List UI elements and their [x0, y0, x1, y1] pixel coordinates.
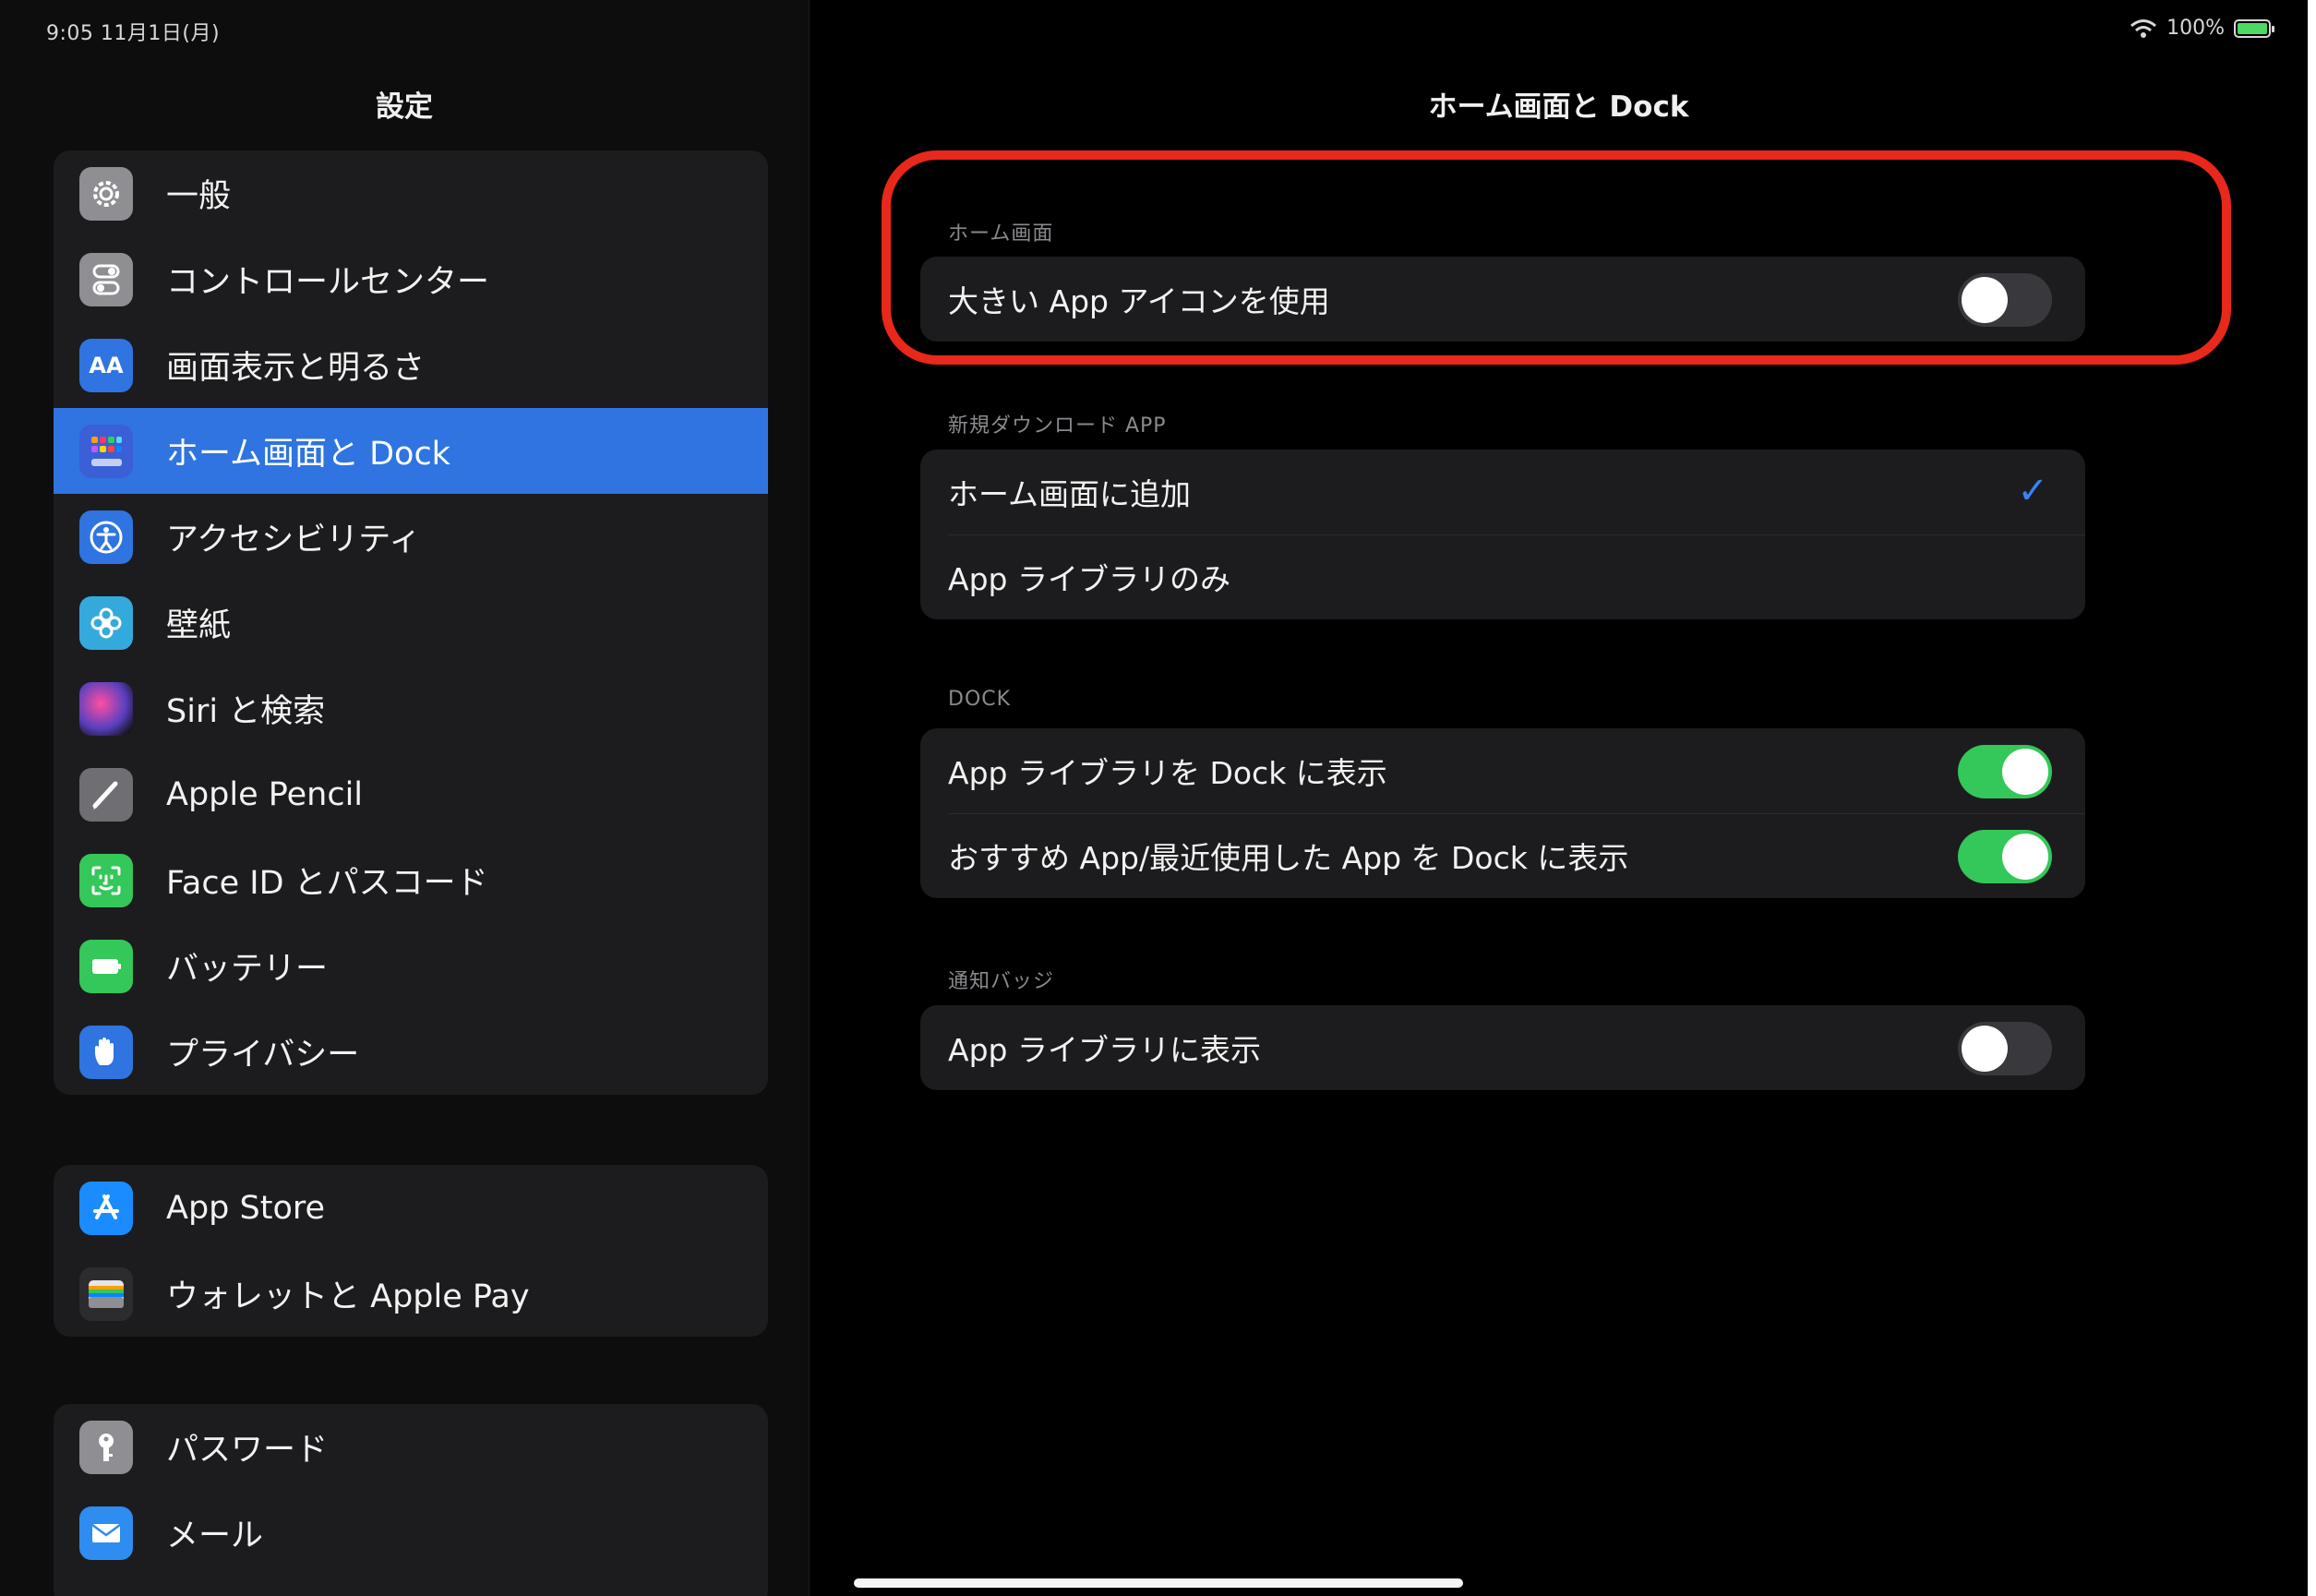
siri-icon	[79, 681, 133, 736]
add-to-home-screen-row[interactable]: ホーム画面に追加 ✓	[920, 450, 2085, 534]
sidebar-item-display-brightness[interactable]: AA 画面表示と明るさ	[54, 322, 768, 408]
sidebar-item-accessibility[interactable]: アクセシビリティ	[54, 494, 768, 580]
flower-icon	[79, 595, 133, 650]
sidebar-item-label: ホーム画面と Dock	[166, 436, 450, 473]
detail-pane: ホーム画面と Dock ホーム画面 大きい App アイコンを使用 新規ダウンロ…	[810, 0, 2308, 1596]
sidebar-item-label: Face ID とパスコード	[166, 865, 488, 902]
app-grid-icon	[79, 424, 133, 478]
pencil-icon	[79, 767, 133, 822]
row-label: おすすめ App/最近使用した App を Dock に表示	[948, 840, 1629, 876]
toggle-knob	[1962, 1026, 2008, 1072]
ipad-screen: 設定 一般 コントロールセンター AA 画面表示と明るさ ホーム画面と Dock…	[0, 0, 2308, 1596]
accessibility-icon	[79, 510, 133, 564]
sidebar-item-label: Apple Pencil	[166, 775, 364, 813]
row-label: App ライブラリに表示	[948, 1032, 1261, 1068]
page-title: ホーム画面と Dock	[1428, 90, 1689, 124]
sidebar-item-privacy[interactable]: プライバシー	[54, 1009, 768, 1095]
sidebar-item-label: 画面表示と明るさ	[166, 350, 426, 387]
sidebar-item-wallet-apple-pay[interactable]: ウォレットと Apple Pay	[54, 1251, 768, 1337]
face-id-icon	[79, 853, 133, 907]
sidebar-item-label: App Store	[166, 1189, 326, 1227]
sidebar-item-control-center[interactable]: コントロールセンター	[54, 236, 768, 322]
wifi-icon	[2130, 18, 2157, 39]
toggles-icon	[79, 252, 133, 306]
row-label: App ライブラリを Dock に表示	[948, 755, 1387, 791]
row-label: ホーム画面に追加	[948, 476, 1192, 512]
show-in-app-library-toggle[interactable]	[1958, 1022, 2052, 1075]
toggle-knob	[2002, 749, 2048, 795]
sidebar-item-label: プライバシー	[166, 1037, 360, 1074]
app-store-icon	[79, 1181, 133, 1235]
row-label: 大きい App アイコンを使用	[948, 283, 1330, 319]
show-suggested-recent-apps-toggle[interactable]	[1958, 830, 2052, 883]
sidebar-title: 設定	[376, 90, 433, 124]
large-app-icons-row[interactable]: 大きい App アイコンを使用	[920, 257, 2085, 342]
section-home-screen: 大きい App アイコンを使用	[920, 257, 2085, 342]
sidebar-item-label: 一般	[166, 178, 232, 215]
battery-charging-icon	[2234, 18, 2274, 38]
status-time-date: 9:05 11月1日(月)	[46, 22, 221, 45]
sidebar-item-face-id-passcode[interactable]: Face ID とパスコード	[54, 837, 768, 923]
section-dock: App ライブラリを Dock に表示 おすすめ App/最近使用した App …	[920, 728, 2085, 898]
mail-icon	[79, 1506, 133, 1560]
section-header-new-downloads: 新規ダウンロード APP	[948, 414, 1167, 438]
sidebar-item-label: 壁紙	[166, 607, 232, 644]
sidebar-item-general[interactable]: 一般	[54, 150, 768, 236]
section-new-downloads: ホーム画面に追加 ✓ App ライブラリのみ	[920, 450, 2085, 619]
sidebar-item-battery[interactable]: バッテリー	[54, 923, 768, 1009]
sidebar-item-apple-pencil[interactable]: Apple Pencil	[54, 751, 768, 837]
sidebar-item-label: バッテリー	[166, 951, 329, 988]
sidebar-item-label: ウォレットと Apple Pay	[166, 1278, 530, 1315]
home-indicator[interactable]	[854, 1578, 1463, 1588]
large-app-icons-toggle[interactable]	[1958, 273, 2052, 327]
sidebar-item-passwords[interactable]: パスワード	[54, 1404, 768, 1490]
sidebar-item-home-screen-dock[interactable]: ホーム画面と Dock	[54, 408, 768, 494]
sidebar-item-wallpaper[interactable]: 壁紙	[54, 580, 768, 666]
sidebar-item-label: アクセシビリティ	[166, 522, 422, 558]
app-library-only-row[interactable]: App ライブラリのみ	[920, 534, 2085, 619]
settings-sidebar: 設定 一般 コントロールセンター AA 画面表示と明るさ ホーム画面と Dock…	[0, 0, 810, 1596]
section-header-home-screen: ホーム画面	[948, 222, 1054, 246]
section-header-dock: DOCK	[948, 688, 1012, 711]
sidebar-group-store: App Store ウォレットと Apple Pay	[54, 1165, 768, 1337]
checkmark-icon: ✓	[2017, 470, 2048, 512]
battery-icon	[79, 939, 133, 993]
battery-percent: 100%	[2166, 17, 2225, 40]
sidebar-item-label: パスワード	[166, 1432, 329, 1469]
sidebar-item-label: コントロールセンター	[166, 264, 490, 301]
text-size-icon: AA	[79, 338, 133, 392]
sidebar-item-siri-search[interactable]: Siri と検索	[54, 666, 768, 751]
sidebar-group-main: 一般 コントロールセンター AA 画面表示と明るさ ホーム画面と Dock アク…	[54, 150, 768, 1095]
sidebar-item-app-store[interactable]: App Store	[54, 1165, 768, 1251]
show-suggested-recent-apps-row[interactable]: おすすめ App/最近使用した App を Dock に表示	[920, 813, 2085, 898]
row-label: App ライブラリのみ	[948, 561, 1230, 597]
hand-icon	[79, 1025, 133, 1079]
key-icon	[79, 1420, 133, 1474]
toggle-knob	[1962, 277, 2008, 323]
show-app-library-in-dock-row[interactable]: App ライブラリを Dock に表示	[920, 728, 2085, 813]
status-indicators: 100%	[2130, 17, 2274, 40]
show-in-app-library-row[interactable]: App ライブラリに表示	[920, 1005, 2085, 1090]
sidebar-item-label: Siri と検索	[166, 693, 326, 730]
wallet-icon	[79, 1266, 133, 1321]
section-header-notification-badges: 通知バッジ	[948, 970, 1055, 993]
show-app-library-in-dock-toggle[interactable]	[1958, 745, 2052, 798]
sidebar-group-accounts: パスワード メール	[54, 1404, 768, 1596]
gear-icon	[79, 166, 133, 221]
section-notification-badges: App ライブラリに表示	[920, 1005, 2085, 1090]
sidebar-item-label: メール	[166, 1518, 264, 1554]
sidebar-item-mail[interactable]: メール	[54, 1490, 768, 1576]
toggle-knob	[2002, 834, 2048, 880]
